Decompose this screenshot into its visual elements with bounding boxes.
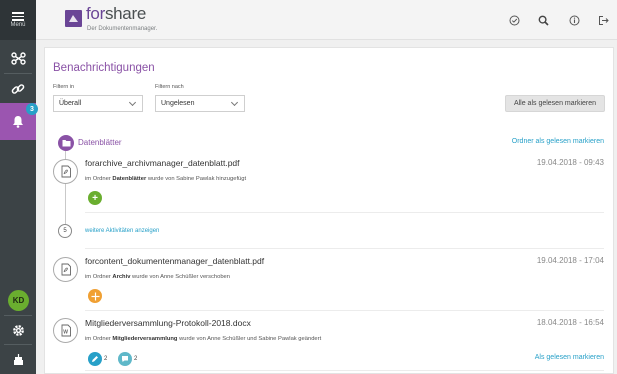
pencil-icon	[88, 352, 102, 366]
filter-in-value: Überall	[59, 100, 82, 107]
notification-description: im Ordner Archiv wurde von Anne Schüßler…	[85, 274, 230, 280]
word-document-icon: W	[53, 318, 78, 343]
filter-by-label: Filtern nach	[155, 84, 184, 90]
comment-count: 2	[134, 356, 138, 362]
bell-icon	[13, 116, 23, 128]
pdf-document-icon	[53, 159, 78, 184]
notification-description: im Ordner Datenblätter wurde von Sabine …	[85, 176, 246, 182]
gear-icon	[12, 324, 24, 336]
cake-icon	[13, 354, 23, 365]
desc-prefix: im Ordner	[85, 176, 113, 182]
sidebar: Menü 3 KD	[0, 0, 38, 374]
chevron-down-icon	[128, 98, 137, 107]
desc-prefix: im Ordner	[85, 274, 113, 280]
logout-icon[interactable]	[596, 13, 610, 27]
move-icon	[88, 289, 102, 303]
check-circle-icon[interactable]	[507, 13, 521, 27]
desc-folder: Datenblätter	[112, 176, 147, 182]
desc-prefix: im Ordner	[85, 336, 113, 342]
nav-cake[interactable]	[0, 345, 36, 374]
row-divider	[85, 310, 604, 311]
mark-read-link[interactable]: Als gelesen markieren	[535, 354, 604, 361]
desc-suffix: wurde von Sabine Pawlak hinzugefügt	[146, 176, 247, 182]
link-icon	[11, 83, 25, 94]
menu-button[interactable]: Menü	[0, 0, 36, 40]
svg-text:W: W	[63, 330, 68, 336]
hamburger-icon	[12, 12, 24, 21]
add-icon: +	[88, 191, 102, 205]
info-icon[interactable]	[567, 13, 581, 27]
notification-date: 18.04.2018 - 16:54	[536, 318, 604, 327]
filter-in-label: Filtern in	[53, 84, 75, 90]
search-icon[interactable]	[536, 13, 550, 27]
desc-folder: Archiv	[112, 274, 131, 280]
logo-mark	[65, 10, 82, 27]
show-more-activities-link[interactable]: weitere Aktivitäten anzeigen	[85, 228, 159, 234]
logo-text[interactable]: forshare	[86, 4, 146, 24]
desc-suffix: wurde von Anne Schüßler verschoben	[130, 274, 231, 280]
desc-suffix: wurde von Anne Schüßler und Sabine Pawla…	[177, 336, 322, 342]
row-divider	[85, 248, 604, 249]
row-divider	[85, 370, 604, 371]
notification-date: 19.04.2018 - 09:43	[536, 158, 604, 167]
pdf-document-icon	[53, 257, 78, 282]
comment-icon	[118, 352, 132, 366]
folder-name[interactable]: Datenblätter	[78, 138, 122, 147]
avatar[interactable]: KD	[8, 290, 29, 311]
logo-tagline: Der Dokumentenmanager.	[87, 26, 158, 32]
more-count: 5	[58, 224, 72, 238]
page-title: Benachrichtigungen	[53, 62, 155, 74]
logo-brand-share: share	[104, 4, 146, 23]
row-divider	[85, 212, 604, 213]
chevron-down-icon	[230, 98, 239, 107]
filter-in-select[interactable]: Überall	[53, 95, 143, 112]
nav-network[interactable]	[0, 43, 36, 73]
app-header: forshare Der Dokumentenmanager.	[36, 0, 617, 40]
logo-brand-for: for	[86, 4, 105, 23]
notification-file-name[interactable]: Mitgliederversammlung-Protokoll-2018.doc…	[85, 318, 251, 328]
notification-file-name[interactable]: forarchive_archivmanager_datenblatt.pdf	[85, 158, 240, 168]
edit-count: 2	[104, 356, 108, 362]
notification-description: im Ordner Mitgliederversammlung wurde vo…	[85, 336, 321, 342]
desc-folder: Mitgliederversammlung	[112, 336, 178, 342]
notification-file-name[interactable]: forcontent_dokumentenmanager_datenblatt.…	[85, 256, 264, 266]
mark-all-read-button[interactable]: Alle als gelesen markieren	[505, 95, 605, 112]
mark-folder-read-link[interactable]: Ordner als gelesen markieren	[512, 138, 604, 145]
nav-links[interactable]	[0, 74, 36, 103]
notifications-panel: Benachrichtigungen Filtern in Überall Fi…	[44, 47, 614, 374]
nav-settings[interactable]	[0, 316, 36, 344]
notification-badge: 3	[26, 103, 38, 115]
notification-date: 19.04.2018 - 17:04	[536, 256, 604, 265]
filter-by-select[interactable]: Ungelesen	[155, 95, 245, 112]
filter-by-value: Ungelesen	[161, 100, 195, 107]
network-icon	[10, 51, 26, 65]
folder-icon	[58, 135, 74, 151]
menu-label: Menü	[10, 22, 26, 28]
